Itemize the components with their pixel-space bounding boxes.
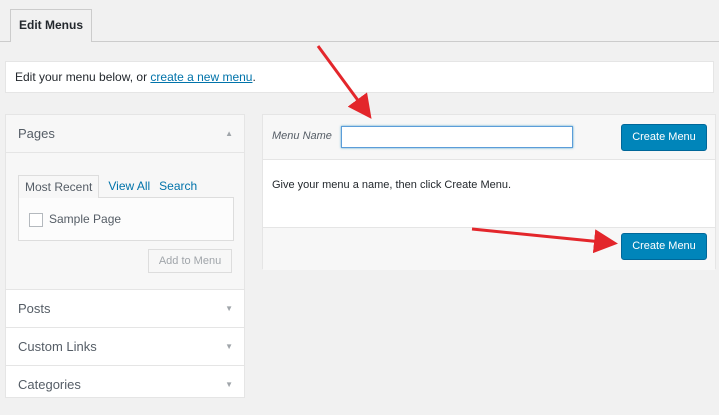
subtab-most-recent[interactable]: Most Recent <box>18 175 100 198</box>
arrow-to-create-menu <box>471 227 618 254</box>
arrow-to-menu-name <box>316 45 372 119</box>
annotation-arrows <box>316 45 618 254</box>
